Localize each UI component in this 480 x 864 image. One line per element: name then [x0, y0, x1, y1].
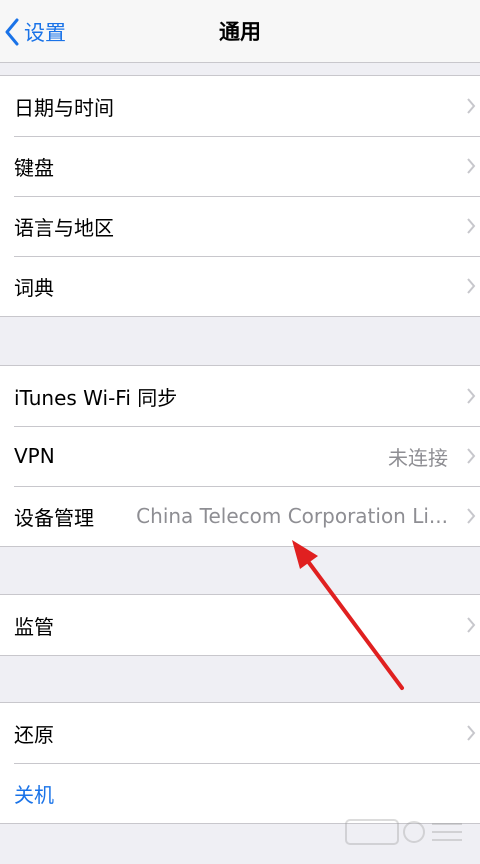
chevron-right-icon: [466, 616, 476, 634]
chevron-right-icon: [466, 97, 476, 115]
navigation-bar: 设置 通用: [0, 0, 480, 63]
chevron-right-icon: [466, 387, 476, 405]
row-label: 日期与时间: [14, 95, 114, 120]
settings-row-supervision[interactable]: 监管: [0, 595, 480, 655]
chevron-right-icon: [466, 447, 476, 465]
row-label: 还原: [14, 722, 54, 747]
chevron-right-icon: [466, 217, 476, 235]
row-label: 键盘: [14, 155, 54, 180]
row-label: VPN: [14, 444, 55, 468]
settings-row-keyboard[interactable]: 键盘: [0, 136, 480, 196]
row-label: 词典: [14, 275, 54, 300]
settings-row-vpn[interactable]: VPN 未连接: [0, 426, 480, 486]
settings-row-reset[interactable]: 还原: [0, 703, 480, 763]
row-label: 语言与地区: [14, 215, 114, 240]
settings-group-4: 还原 关机: [0, 702, 480, 824]
chevron-right-icon: [466, 277, 476, 295]
settings-row-language-region[interactable]: 语言与地区: [0, 196, 480, 256]
shut-down-label: 关机: [14, 782, 54, 807]
row-value: 未连接: [388, 445, 448, 470]
row-value: China Telecom Corporation Li...: [136, 504, 448, 528]
row-label: 设备管理: [14, 505, 94, 530]
chevron-right-icon: [466, 507, 476, 525]
settings-row-device-management[interactable]: 设备管理 China Telecom Corporation Li...: [0, 486, 480, 546]
settings-row-date-time[interactable]: 日期与时间: [0, 76, 480, 136]
chevron-right-icon: [466, 157, 476, 175]
row-label: 监管: [14, 614, 54, 639]
settings-row-dictionary[interactable]: 词典: [0, 256, 480, 316]
settings-row-itunes-wifi-sync[interactable]: iTunes Wi-Fi 同步: [0, 366, 480, 426]
settings-group-2: iTunes Wi-Fi 同步 VPN 未连接 设备管理 China Telec…: [0, 365, 480, 547]
settings-row-shut-down[interactable]: 关机: [0, 763, 480, 823]
chevron-right-icon: [466, 724, 476, 742]
row-label: iTunes Wi-Fi 同步: [14, 385, 178, 410]
settings-group-1: 日期与时间 键盘 语言与地区 词典: [0, 75, 480, 317]
page-title: 通用: [219, 20, 261, 44]
settings-group-3: 监管: [0, 594, 480, 656]
